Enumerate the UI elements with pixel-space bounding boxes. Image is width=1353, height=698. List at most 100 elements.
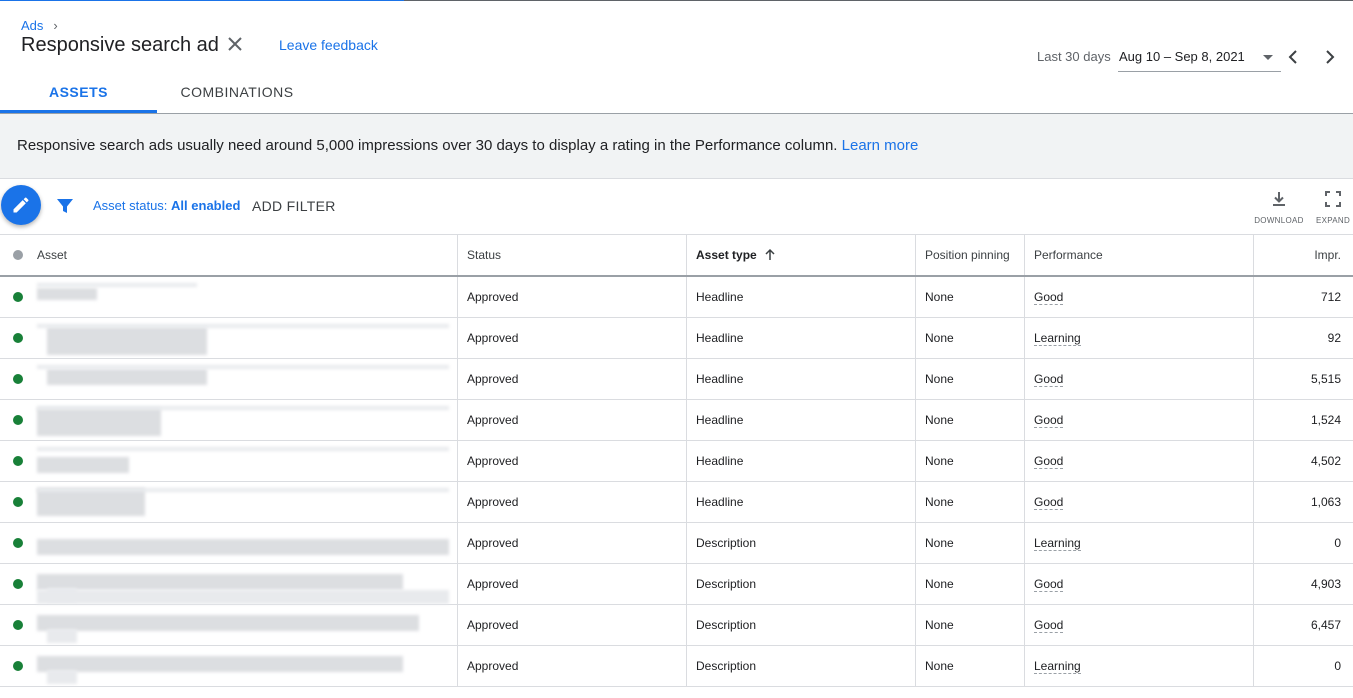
breadcrumb: Ads ›: [21, 18, 58, 33]
download-button[interactable]: DOWNLOAD: [1254, 190, 1304, 225]
redaction-block: [37, 324, 449, 328]
status-cell: Approved: [457, 441, 687, 481]
leave-feedback-link[interactable]: Leave feedback: [279, 37, 378, 53]
impressions-cell: 0: [1253, 523, 1353, 563]
redaction-block: [37, 283, 197, 287]
edit-fab-button[interactable]: [1, 185, 41, 225]
impressions-cell: 5,515: [1253, 359, 1353, 399]
sort-ascending-arrow-icon: [765, 248, 775, 260]
table-row: Approved Headline None Good 5,515: [0, 359, 1353, 400]
column-header-status[interactable]: Status: [457, 235, 687, 275]
position-pinning-cell: None: [915, 318, 1025, 358]
status-cell: Approved: [457, 523, 687, 563]
performance-rating[interactable]: Good: [1034, 495, 1064, 510]
asset-type-cell: Headline: [686, 441, 916, 481]
asset-type-cell: Description: [686, 605, 916, 645]
table-row: Approved Description None Learning 0: [0, 646, 1353, 687]
redaction-block: [37, 488, 449, 492]
performance-rating[interactable]: Good: [1034, 618, 1064, 633]
banner-message: Responsive search ads usually need aroun…: [17, 137, 918, 154]
expand-label: EXPAND: [1315, 216, 1351, 225]
asset-type-cell: Headline: [686, 359, 916, 399]
table-row: Approved Headline None Learning 92: [0, 318, 1353, 359]
asset-type-cell: Description: [686, 523, 916, 563]
previous-period-chevron-icon[interactable]: [1285, 48, 1303, 66]
impressions-cell: 4,903: [1253, 564, 1353, 604]
status-dot-icon: [13, 497, 23, 507]
table-row: Approved Description None Learning 0: [0, 523, 1353, 564]
performance-rating[interactable]: Learning: [1034, 659, 1081, 674]
next-period-chevron-icon[interactable]: [1320, 48, 1338, 66]
column-header-performance[interactable]: Performance: [1024, 235, 1254, 275]
performance-rating[interactable]: Good: [1034, 413, 1064, 428]
table-row: Approved Headline None Good 712: [0, 277, 1353, 318]
date-range-label: Last 30 days: [1037, 49, 1111, 64]
banner-text: Responsive search ads usually need aroun…: [17, 137, 838, 154]
impressions-cell: 4,502: [1253, 441, 1353, 481]
performance-cell: Good: [1024, 277, 1254, 317]
performance-cell: Good: [1024, 441, 1254, 481]
impressions-cell: 1,063: [1253, 482, 1353, 522]
asset-type-cell: Headline: [686, 400, 916, 440]
breadcrumb-ads-link[interactable]: Ads: [21, 18, 43, 33]
performance-cell: Good: [1024, 564, 1254, 604]
performance-rating[interactable]: Learning: [1034, 536, 1081, 551]
expand-button[interactable]: EXPAND: [1308, 190, 1353, 225]
status-cell: Approved: [457, 605, 687, 645]
position-pinning-cell: None: [915, 605, 1025, 645]
column-header-position-pinning[interactable]: Position pinning: [915, 235, 1025, 275]
performance-rating[interactable]: Good: [1034, 372, 1064, 387]
status-dot-icon: [13, 579, 23, 589]
position-pinning-cell: None: [915, 359, 1025, 399]
learn-more-link[interactable]: Learn more: [842, 137, 919, 154]
redaction-block: [37, 574, 403, 590]
redaction-block: [47, 327, 207, 355]
top-progress-line: [0, 0, 1353, 1]
status-cell: Approved: [457, 646, 687, 686]
breadcrumb-chevron-icon: ›: [53, 18, 58, 33]
performance-cell: Good: [1024, 400, 1254, 440]
status-cell: Approved: [457, 318, 687, 358]
position-pinning-cell: None: [915, 523, 1025, 563]
redaction-block: [37, 447, 449, 451]
top-progress-fill: [0, 0, 404, 1]
asset-type-cell: Headline: [686, 277, 916, 317]
pencil-icon: [13, 197, 29, 213]
performance-cell: Learning: [1024, 646, 1254, 686]
column-header-asset-type[interactable]: Asset type: [686, 235, 916, 275]
dropdown-caret-icon: [1263, 55, 1273, 60]
status-cell: Approved: [457, 359, 687, 399]
performance-rating[interactable]: Good: [1034, 577, 1064, 592]
status-cell: Approved: [457, 400, 687, 440]
table-row: Approved Headline None Good 1,524: [0, 400, 1353, 441]
info-banner: Responsive search ads usually need aroun…: [0, 114, 1353, 179]
asset-status-filter-chip[interactable]: Asset status: All enabled: [93, 198, 240, 213]
status-dot-icon: [13, 456, 23, 466]
tab-assets[interactable]: ASSETS: [0, 70, 157, 113]
table-body: Approved Headline None Good 712 Approved Headl…: [0, 277, 1353, 687]
performance-cell: Learning: [1024, 318, 1254, 358]
filter-value: All enabled: [171, 198, 241, 213]
position-pinning-cell: None: [915, 441, 1025, 481]
redaction-block: [37, 365, 449, 369]
close-icon[interactable]: [225, 34, 245, 54]
add-filter-button[interactable]: ADD FILTER: [252, 198, 336, 214]
performance-rating[interactable]: Good: [1034, 290, 1064, 305]
position-pinning-cell: None: [915, 400, 1025, 440]
filter-icon[interactable]: [56, 197, 74, 215]
filter-prefix: Asset status:: [93, 198, 168, 213]
status-dot-header-icon: [13, 250, 23, 260]
position-pinning-cell: None: [915, 646, 1025, 686]
redaction-block: [37, 408, 161, 436]
column-header-asset[interactable]: Asset: [37, 235, 67, 275]
status-dot-icon: [13, 661, 23, 671]
asset-type-cell: Headline: [686, 318, 916, 358]
tab-combinations[interactable]: COMBINATIONS: [157, 70, 317, 113]
position-pinning-cell: None: [915, 482, 1025, 522]
performance-rating[interactable]: Learning: [1034, 331, 1081, 346]
date-range-select[interactable]: Aug 10 – Sep 8, 2021: [1118, 45, 1281, 72]
status-cell: Approved: [457, 482, 687, 522]
performance-rating[interactable]: Good: [1034, 454, 1064, 469]
table-header-row: Asset Status Asset type Position pinning…: [0, 235, 1353, 277]
column-header-impressions[interactable]: Impr.: [1253, 235, 1353, 275]
